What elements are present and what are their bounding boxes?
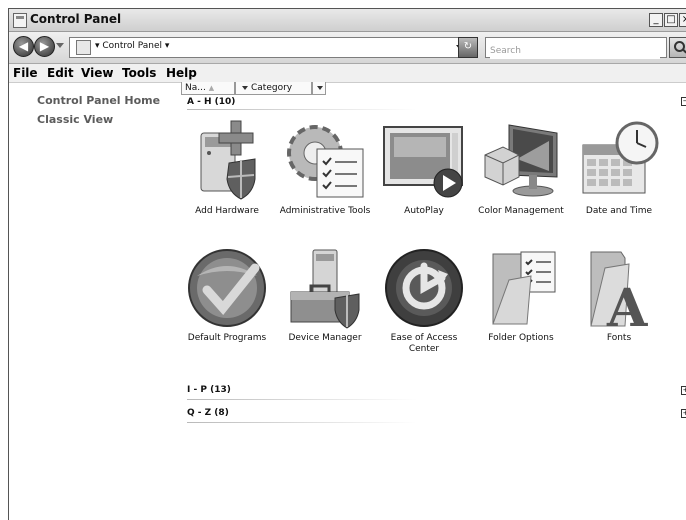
group-header-a-h[interactable]: A - H (10) bbox=[187, 97, 637, 107]
close-button[interactable]: × bbox=[679, 13, 686, 27]
item-label: Ease of Access Center bbox=[390, 333, 458, 354]
date-and-time-icon bbox=[577, 119, 661, 203]
folder-options-icon bbox=[479, 246, 563, 330]
address-toolbar: ◀ ▶ ▾ Control Panel ▾ ↻ bbox=[9, 32, 686, 64]
name-column-label: Na... bbox=[185, 83, 206, 93]
title-bar[interactable]: Control Panel _ □ × bbox=[9, 9, 686, 32]
menu-edit[interactable]: Edit bbox=[47, 66, 74, 80]
menu-help[interactable]: Help bbox=[166, 66, 197, 80]
group-divider bbox=[187, 109, 417, 110]
minimize-button[interactable]: _ bbox=[649, 13, 663, 27]
group-header-i-p[interactable]: I - P (13) bbox=[187, 385, 637, 395]
extra-column-header[interactable] bbox=[312, 82, 326, 95]
item-device-manager[interactable]: Device Manager bbox=[277, 246, 373, 344]
control-panel-app-icon bbox=[13, 13, 27, 28]
back-button[interactable]: ◀ bbox=[13, 36, 34, 57]
ease-of-access-icon bbox=[382, 246, 466, 330]
address-path[interactable]: ▾ Control Panel ▾ bbox=[95, 41, 169, 51]
item-label: Folder Options bbox=[488, 333, 554, 343]
category-column-header[interactable]: Category bbox=[235, 82, 312, 95]
item-fonts[interactable]: A Fonts bbox=[571, 246, 667, 344]
color-management-icon bbox=[479, 119, 563, 203]
menu-file[interactable]: File bbox=[13, 66, 38, 80]
item-label: AutoPlay bbox=[404, 206, 444, 216]
search-icon[interactable] bbox=[669, 37, 686, 58]
item-label: Administrative Tools bbox=[279, 206, 371, 216]
sort-ascending-icon: ▲ bbox=[208, 84, 215, 92]
group-header-q-z[interactable]: Q - Z (8) bbox=[187, 408, 637, 418]
group-divider bbox=[187, 422, 417, 423]
item-label: Device Manager bbox=[288, 333, 362, 343]
menu-bar: File Edit View Tools Help bbox=[9, 64, 686, 83]
expand-group-icon[interactable]: + bbox=[681, 386, 686, 395]
fonts-icon: A bbox=[577, 246, 661, 339]
name-column-header[interactable]: Na... ▲ bbox=[181, 82, 235, 95]
category-filter-dropdown-icon[interactable] bbox=[242, 85, 248, 90]
add-hardware-icon bbox=[185, 119, 269, 203]
item-autoplay[interactable]: AutoPlay bbox=[376, 119, 472, 217]
device-manager-icon bbox=[283, 246, 367, 330]
search-input[interactable] bbox=[490, 43, 660, 59]
item-color-management[interactable]: Color Management bbox=[473, 119, 569, 217]
default-programs-icon bbox=[185, 246, 269, 330]
refresh-button[interactable]: ↻ bbox=[458, 37, 478, 58]
item-add-hardware[interactable]: Add Hardware bbox=[179, 119, 275, 217]
item-folder-options[interactable]: Folder Options bbox=[473, 246, 569, 344]
maximize-button[interactable]: □ bbox=[664, 13, 678, 27]
autoplay-icon bbox=[382, 119, 466, 203]
item-label: Date and Time bbox=[585, 206, 653, 216]
item-ease-of-access-center[interactable]: Ease of Access Center bbox=[376, 246, 472, 355]
forward-button[interactable]: ▶ bbox=[34, 36, 55, 57]
expand-group-icon[interactable]: + bbox=[681, 409, 686, 418]
menu-tools[interactable]: Tools bbox=[122, 66, 156, 80]
classic-view-link[interactable]: Classic View bbox=[37, 113, 113, 126]
item-label: Add Hardware bbox=[195, 206, 259, 216]
extra-column-dropdown-icon[interactable] bbox=[317, 85, 323, 90]
category-column-label: Category bbox=[251, 83, 293, 93]
svg-text:A: A bbox=[606, 278, 648, 330]
item-label: Default Programs bbox=[187, 333, 267, 343]
control-panel-folder-icon bbox=[76, 40, 91, 55]
item-date-and-time[interactable]: Date and Time bbox=[571, 119, 667, 217]
administrative-tools-icon bbox=[283, 119, 367, 203]
recent-pages-dropdown-icon[interactable] bbox=[56, 43, 64, 48]
item-administrative-tools[interactable]: Administrative Tools bbox=[277, 119, 373, 217]
control-panel-home-link[interactable]: Control Panel Home bbox=[37, 94, 160, 107]
address-bar[interactable]: ▾ Control Panel ▾ bbox=[69, 37, 475, 58]
collapse-group-icon[interactable]: − bbox=[681, 97, 686, 106]
window-title: Control Panel bbox=[30, 12, 122, 26]
search-box[interactable] bbox=[485, 37, 667, 59]
item-label: Fonts bbox=[606, 333, 632, 343]
item-label: Color Management bbox=[478, 206, 564, 216]
menu-view[interactable]: View bbox=[81, 66, 113, 80]
group-divider bbox=[187, 399, 417, 400]
item-default-programs[interactable]: Default Programs bbox=[179, 246, 275, 344]
control-panel-window: Control Panel _ □ × ◀ ▶ ▾ Control Panel … bbox=[8, 8, 686, 520]
